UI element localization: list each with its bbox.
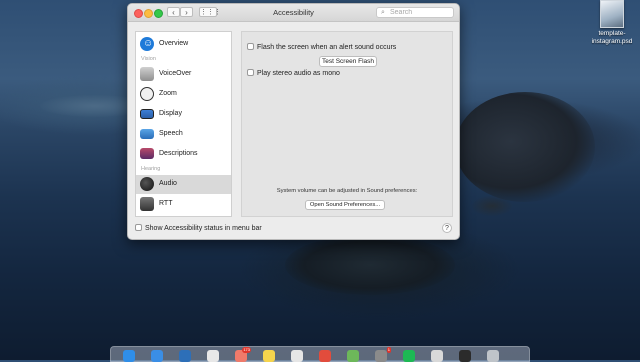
search-field[interactable]: ⌕ bbox=[376, 7, 454, 18]
dock-mail-app-icon[interactable] bbox=[179, 350, 191, 362]
sidebar-item-display[interactable]: Display bbox=[136, 105, 231, 124]
sidebar-item-rtt[interactable]: RTT bbox=[136, 195, 231, 214]
search-input[interactable] bbox=[390, 8, 450, 17]
dock-photos-icon[interactable]: 173 bbox=[235, 347, 251, 362]
sidebar-item-descriptions[interactable]: Descriptions bbox=[136, 145, 231, 164]
mono-audio-option[interactable]: Play stereo audio as mono bbox=[247, 69, 340, 77]
flash-screen-option[interactable]: Flash the screen when an alert sound occ… bbox=[247, 43, 396, 51]
dock-chrome-icon[interactable] bbox=[319, 350, 331, 362]
desktop-file-label: template-instagram.psd bbox=[591, 30, 633, 45]
sidebar: Overview Vision VoiceOver Zoom Display S… bbox=[135, 31, 232, 217]
wallpaper-island bbox=[455, 92, 595, 202]
menu-bar-status-checkbox[interactable] bbox=[135, 224, 142, 231]
dock-terminal-icon[interactable] bbox=[459, 350, 471, 362]
sidebar-item-label: Descriptions bbox=[159, 150, 198, 157]
wallpaper-island bbox=[285, 235, 455, 295]
title-bar[interactable]: ‹ › ⋮⋮⋮ Accessibility ⌕ bbox=[128, 4, 459, 22]
accessibility-window: ‹ › ⋮⋮⋮ Accessibility ⌕ Overview Vision … bbox=[127, 3, 460, 240]
sound-info-text: System volume can be adjusted in Sound p… bbox=[276, 188, 418, 194]
sidebar-item-label: VoiceOver bbox=[159, 70, 192, 77]
test-screen-flash-button[interactable]: Test Screen Flash bbox=[319, 56, 377, 67]
audio-icon bbox=[140, 177, 154, 191]
menu-bar-status-label: Show Accessibility status in menu bar bbox=[145, 225, 262, 232]
dock-slack-icon[interactable] bbox=[291, 350, 303, 362]
menu-bar-status-option[interactable]: Show Accessibility status in menu bar bbox=[135, 224, 262, 232]
flash-screen-checkbox[interactable] bbox=[247, 43, 254, 50]
rtt-icon bbox=[140, 197, 154, 211]
voiceover-icon bbox=[140, 67, 154, 81]
overview-icon bbox=[140, 37, 154, 51]
zoom-icon bbox=[140, 87, 154, 101]
dock-badge: 1 bbox=[386, 347, 391, 353]
open-sound-preferences-button[interactable]: Open Sound Preferences... bbox=[305, 200, 385, 210]
sidebar-section-vision: Vision bbox=[141, 56, 156, 62]
sidebar-item-label: Overview bbox=[159, 40, 189, 47]
dock-color-app-icon[interactable] bbox=[347, 350, 359, 362]
search-icon: ⌕ bbox=[381, 9, 385, 16]
dock-spotify-icon[interactable] bbox=[403, 350, 415, 362]
sidebar-item-overview[interactable]: Overview bbox=[136, 35, 231, 54]
sidebar-item-label: RTT bbox=[159, 200, 173, 207]
wallpaper-island bbox=[472, 196, 512, 216]
help-button[interactable]: ? bbox=[442, 223, 452, 233]
dock-preview-icon[interactable] bbox=[431, 350, 443, 362]
sidebar-item-audio[interactable]: Audio bbox=[136, 175, 231, 194]
dock-finder-icon[interactable] bbox=[123, 350, 135, 362]
mono-audio-label: Play stereo audio as mono bbox=[257, 70, 340, 77]
sidebar-item-label: Speech bbox=[159, 130, 183, 137]
sidebar-item-speech[interactable]: Speech bbox=[136, 125, 231, 144]
display-icon bbox=[140, 109, 154, 119]
speech-icon bbox=[140, 129, 154, 139]
dock-safari-icon[interactable] bbox=[151, 350, 163, 362]
sidebar-item-label: Display bbox=[159, 110, 182, 117]
desktop-file[interactable]: template-instagram.psd bbox=[588, 0, 636, 46]
file-thumbnail bbox=[600, 0, 624, 28]
dock-badge: 173 bbox=[242, 347, 251, 353]
dock-trash-icon[interactable] bbox=[487, 350, 499, 362]
dock-notes-icon[interactable] bbox=[263, 350, 275, 362]
dock-system-preferences-icon[interactable]: 1 bbox=[375, 347, 391, 362]
flash-screen-label: Flash the screen when an alert sound occ… bbox=[257, 44, 397, 51]
sidebar-item-voiceover[interactable]: VoiceOver bbox=[136, 65, 231, 84]
sidebar-item-label: Audio bbox=[159, 180, 177, 187]
sidebar-item-zoom[interactable]: Zoom bbox=[136, 85, 231, 104]
dock-calendar-icon[interactable] bbox=[207, 350, 219, 362]
sidebar-item-label: Zoom bbox=[159, 90, 177, 97]
descriptions-icon bbox=[140, 148, 154, 159]
sidebar-section-hearing: Hearing bbox=[141, 166, 161, 172]
mono-audio-checkbox[interactable] bbox=[247, 69, 254, 76]
audio-settings-panel: Flash the screen when an alert sound occ… bbox=[241, 31, 453, 217]
